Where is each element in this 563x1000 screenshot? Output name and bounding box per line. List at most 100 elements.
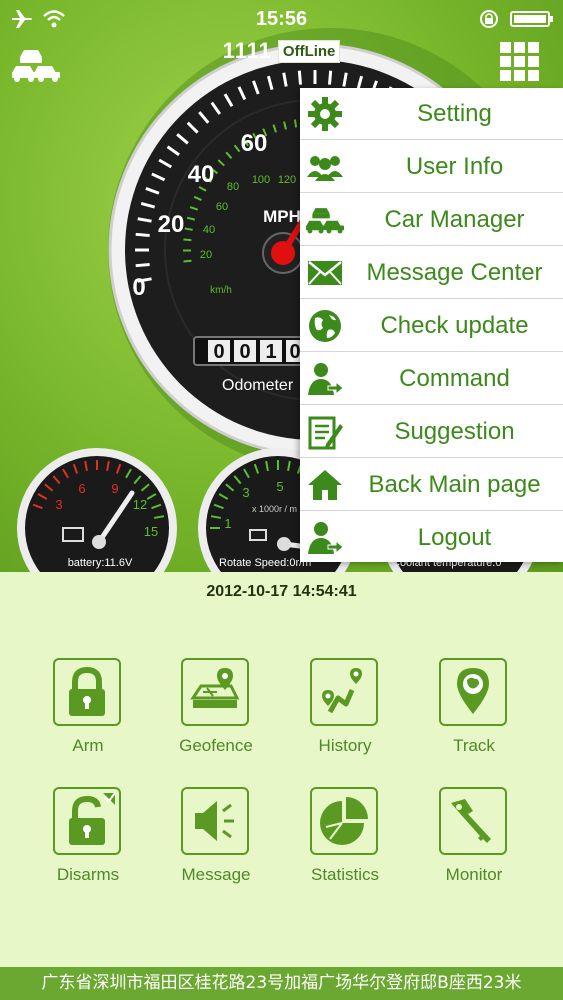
history-tile	[310, 658, 378, 726]
menu-item-label: Suggestion	[394, 418, 515, 445]
mph-unit-label: MPH	[263, 207, 301, 226]
gauge-tick	[183, 238, 192, 242]
rpm-label: Rotate Speed:0r/m	[219, 557, 311, 569]
car-list-button[interactable]	[12, 48, 60, 82]
menu-item-check-update[interactable]: Check update	[300, 300, 563, 352]
kmh-tick-120: 120	[278, 174, 296, 186]
menu-item-label: Command	[399, 365, 510, 392]
odometer-label: Odometer	[222, 377, 294, 394]
menu-item-logout[interactable]: Logout	[300, 512, 563, 564]
menu-item-message-center[interactable]: Message Center	[300, 247, 563, 299]
person-command-icon	[308, 363, 344, 396]
message-label: Message	[181, 865, 251, 884]
menu-item-label: Message Center	[366, 259, 543, 286]
menu-item-label: Car Manager	[384, 206, 525, 233]
battery-label: battery:11.6V	[68, 557, 133, 569]
battery-tick-6: 6	[78, 481, 85, 496]
disarms-button[interactable]: Disarms	[38, 787, 138, 897]
battery-tick-15: 15	[144, 524, 158, 539]
cars-icon	[12, 50, 60, 82]
history-route-icon	[322, 668, 362, 714]
track-label: Track	[453, 736, 495, 755]
last-update-time: 2012-10-17 14:54:41	[206, 583, 357, 600]
disarms-label: Disarms	[56, 865, 120, 884]
gauge-tick	[135, 262, 150, 268]
statistics-tile	[310, 787, 378, 855]
menu-item-label: Logout	[417, 524, 492, 551]
lock-open-icon	[69, 793, 115, 845]
menu-item-label: Check update	[380, 312, 529, 339]
gauge-tick	[183, 259, 192, 263]
dropdown-menu: Setting User Info Car Manager Message Ce…	[300, 88, 563, 562]
status-bar: 15:56	[0, 0, 563, 38]
odometer-digit: 0	[213, 341, 224, 363]
battery-tick-12: 12	[133, 497, 147, 512]
odometer-digit: 1	[265, 341, 276, 363]
rpm-tick-3: 3	[242, 485, 249, 500]
menu-item-label: Setting	[417, 100, 492, 127]
battery-tick-3: 3	[55, 497, 62, 512]
home-icon	[308, 470, 342, 500]
menu-item-back-main-page[interactable]: Back Main page	[300, 459, 563, 511]
gauge-tick	[135, 232, 150, 238]
message-button[interactable]: Message	[166, 787, 266, 897]
menu-grid-button[interactable]	[500, 42, 540, 82]
gauge-tick	[184, 227, 193, 231]
status-badge: OffLine	[277, 39, 341, 63]
battery-icon	[510, 11, 553, 27]
notepad-icon	[308, 416, 343, 450]
key-icon	[451, 799, 491, 843]
mph-tick-0: 0	[132, 274, 145, 301]
message-tile	[181, 787, 249, 855]
geofence-label: Geofence	[179, 736, 253, 755]
arm-button[interactable]: Arm	[38, 658, 138, 768]
mph-tick-60: 60	[241, 130, 268, 157]
lock-closed-icon	[69, 666, 105, 716]
envelope-icon	[308, 261, 342, 285]
kmh-tick-40: 40	[203, 224, 215, 236]
monitor-button[interactable]: Monitor	[424, 787, 524, 897]
disarms-tile	[53, 787, 121, 855]
odometer-digit: 0	[289, 341, 300, 363]
track-button[interactable]: Track	[424, 658, 524, 768]
rpm-tick-5: 5	[276, 479, 283, 494]
menu-item-suggestion[interactable]: Suggestion	[300, 406, 563, 458]
mph-tick-20: 20	[158, 211, 185, 238]
users-icon	[307, 156, 343, 181]
gauge-tick	[297, 70, 303, 85]
page-title: 1111 OffLine	[0, 38, 563, 64]
history-button[interactable]: History	[295, 658, 395, 768]
menu-item-setting[interactable]: Setting	[300, 88, 563, 140]
cars-icon	[306, 208, 344, 234]
rpm-tick-1: 1	[224, 516, 231, 531]
odometer-digit: 0	[239, 341, 250, 363]
menu-item-car-manager[interactable]: Car Manager	[300, 194, 563, 246]
geofence-tile	[181, 658, 249, 726]
gauge-tick	[293, 119, 298, 128]
person-logout-icon	[308, 522, 344, 555]
menu-item-label: User Info	[405, 153, 504, 180]
gauge-tick	[327, 70, 333, 85]
geofence-map-icon	[190, 668, 240, 708]
speaker-icon	[195, 801, 234, 841]
arm-label: Arm	[72, 736, 104, 755]
rpm-unit-label: x 1000r / m	[252, 504, 297, 514]
menu-item-command[interactable]: Command	[300, 353, 563, 405]
mph-tick-40: 40	[188, 161, 215, 188]
history-label: History	[318, 736, 372, 755]
kmh-tick-60: 60	[216, 201, 228, 213]
track-pin-icon	[457, 668, 489, 714]
vehicle-id: 1111	[222, 38, 272, 63]
geofence-button[interactable]: Geofence	[166, 658, 266, 768]
menu-item-user-info[interactable]: User Info	[300, 141, 563, 193]
globe-icon	[309, 310, 341, 342]
statistics-button[interactable]: Statistics	[295, 787, 395, 897]
monitor-label: Monitor	[445, 865, 503, 884]
arm-tile	[53, 658, 121, 726]
rotation-lock-icon	[480, 10, 498, 28]
odometer-digits: 0 0 1 0	[208, 340, 301, 363]
gear-icon	[308, 97, 342, 131]
menu-item-label: Back Main page	[368, 471, 541, 498]
kmh-tick-100: 100	[252, 174, 270, 186]
track-tile	[439, 658, 507, 726]
